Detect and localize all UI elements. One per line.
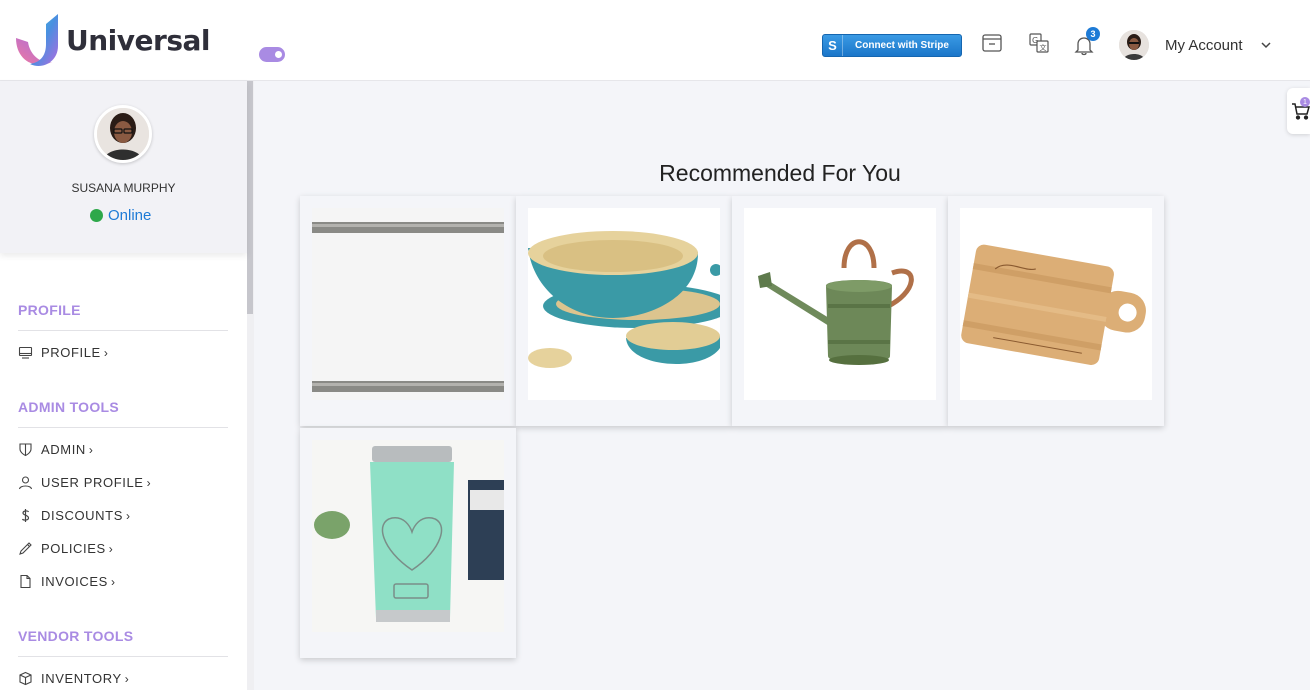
product-image-wood-frame[interactable]: [312, 208, 504, 400]
section-title-vendor-tools: VENDOR TOOLS: [18, 628, 134, 644]
account-avatar[interactable]: [1119, 30, 1149, 60]
sidebar-item-label: USER PROFILE: [41, 475, 144, 490]
notification-badge: 3: [1086, 27, 1100, 41]
user-card: SUSANA MURPHY Online: [0, 81, 247, 253]
theme-toggle[interactable]: [259, 47, 285, 62]
sidebar-item-label: DISCOUNTS: [41, 508, 123, 523]
file-icon: [20, 574, 31, 589]
dollar-icon: [21, 509, 30, 522]
section-divider: [18, 427, 228, 428]
user-status-label: Online: [108, 207, 152, 224]
stripe-button-label: Connect with Stripe: [855, 40, 949, 51]
translate-icon[interactable]: G 文: [1028, 32, 1050, 54]
product-card[interactable]: [948, 196, 1164, 426]
shield-icon: [19, 443, 32, 457]
product-image-watering-can[interactable]: [744, 208, 936, 400]
sidebar-item-label: POLICIES: [41, 541, 106, 556]
stripe-icon: S: [823, 35, 843, 56]
sidebar-item-profile[interactable]: PROFILE ›: [18, 345, 108, 360]
sidebar-item-label: PROFILE: [41, 345, 101, 360]
section-title-profile: PROFILE: [18, 302, 81, 318]
box-icon: [19, 671, 32, 686]
sidebar-item-admin[interactable]: ADMIN ›: [18, 442, 94, 457]
browser-window-icon[interactable]: [981, 32, 1003, 54]
my-account-label[interactable]: My Account: [1165, 37, 1243, 54]
sidebar-item-label: ADMIN: [41, 442, 86, 457]
svg-text:G: G: [1032, 36, 1038, 45]
section-divider: [18, 656, 228, 657]
cart-count-badge: 1: [1300, 97, 1310, 107]
pencil-icon: [19, 542, 32, 555]
online-status-dot: [90, 209, 103, 222]
sidebar-item-label: INVOICES: [41, 574, 108, 589]
chevron-right-icon: ›: [146, 475, 152, 490]
chevron-right-icon: ›: [103, 345, 109, 360]
product-image-bamboo-bowls[interactable]: [528, 208, 720, 400]
sidebar-item-discounts[interactable]: DISCOUNTS ›: [18, 508, 131, 523]
product-image-tumbler[interactable]: [312, 440, 504, 632]
sidebar-item-policies[interactable]: POLICIES ›: [18, 541, 113, 556]
top-header: Universal S Connect with Stripe G 文 3 My…: [0, 0, 1310, 81]
chevron-right-icon: ›: [110, 574, 116, 589]
sidebar-item-invoices[interactable]: INVOICES ›: [18, 574, 116, 589]
app-logo[interactable]: Universal: [12, 12, 210, 70]
section-title-admin-tools: ADMIN TOOLS: [18, 399, 120, 415]
monitor-icon: [18, 346, 33, 359]
app-name: Universal: [66, 23, 210, 57]
chevron-right-icon: ›: [108, 541, 114, 556]
connect-stripe-button[interactable]: S Connect with Stripe: [822, 34, 962, 57]
product-card[interactable]: [516, 196, 732, 426]
sidebar-scrollbar-thumb[interactable]: [247, 81, 253, 314]
svg-text:文: 文: [1040, 43, 1047, 52]
product-card[interactable]: [300, 428, 516, 658]
section-divider: [18, 330, 228, 331]
page-title: Recommended For You: [659, 160, 901, 186]
chevron-right-icon: ›: [124, 671, 130, 686]
sidebar-item-label: INVENTORY: [41, 671, 122, 686]
user-name: SUSANA MURPHY: [71, 181, 176, 195]
user-avatar[interactable]: [94, 105, 152, 163]
floating-cart-button[interactable]: [1287, 88, 1310, 134]
chevron-right-icon: ›: [88, 442, 94, 457]
user-status: Online: [90, 207, 151, 224]
chevron-right-icon: ›: [125, 508, 131, 523]
product-card[interactable]: [732, 196, 948, 426]
sidebar-item-inventory[interactable]: INVENTORY ›: [18, 671, 129, 686]
logo-mark-icon: [16, 14, 58, 66]
product-image-cutting-board[interactable]: [960, 208, 1152, 400]
chevron-down-icon[interactable]: [1260, 39, 1272, 51]
user-icon: [18, 476, 33, 490]
sidebar-item-user-profile[interactable]: USER PROFILE ›: [18, 475, 151, 490]
product-card[interactable]: [300, 196, 516, 426]
